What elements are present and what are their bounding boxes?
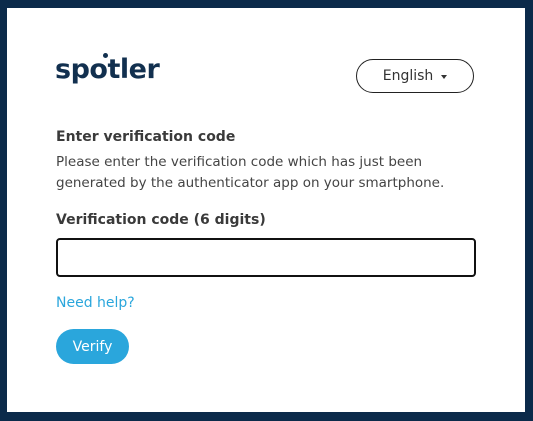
login-panel: spo tler English Enter verification code … (7, 8, 525, 412)
verification-heading: Enter verification code (56, 129, 236, 145)
need-help-link[interactable]: Need help? (56, 295, 135, 311)
verification-description: Please enter the verification code which… (56, 154, 445, 191)
verification-code-label: Verification code (6 digits) (56, 212, 266, 228)
language-selector[interactable]: English (356, 59, 474, 93)
verify-button[interactable]: Verify (56, 329, 129, 364)
verification-code-input[interactable] (56, 238, 476, 277)
language-selector-label: English (382, 68, 434, 84)
spotler-logo: spo tler (55, 53, 160, 85)
caret-down-icon (441, 74, 448, 79)
